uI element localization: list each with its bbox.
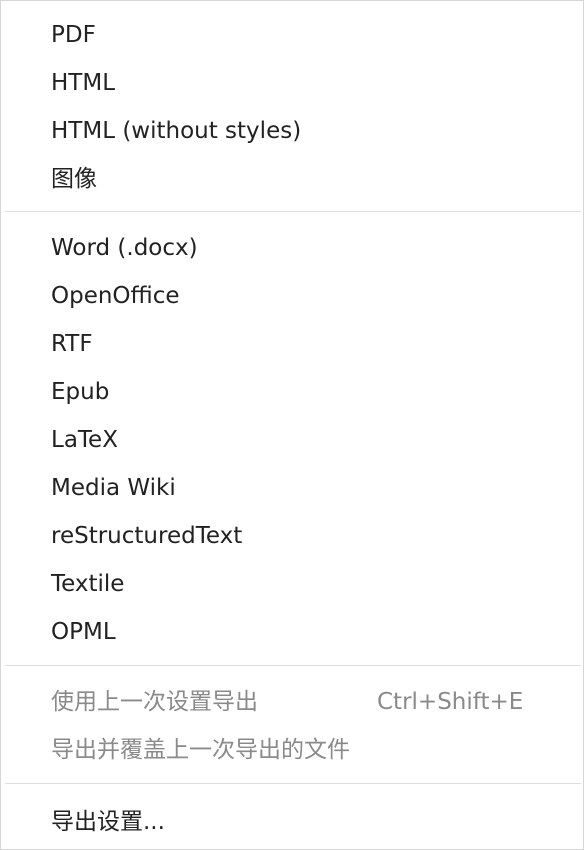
menu-item-export-with-last-settings[interactable]: 使用上一次设置导出 Ctrl+Shift+E [1, 678, 583, 726]
menu-item-pdf[interactable]: PDF [1, 11, 583, 59]
menu-item-shortcut: Ctrl+Shift+E [377, 689, 524, 715]
menu-item-label: OpenOffice [51, 283, 180, 309]
menu-item-label: PDF [51, 22, 96, 48]
menu-item-label: RTF [51, 331, 93, 357]
menu-item-label: Textile [51, 571, 125, 597]
menu-item-label: HTML [51, 70, 116, 96]
menu-item-label: reStructuredText [51, 523, 243, 549]
menu-item-label: OPML [51, 619, 116, 645]
menu-item-rtf[interactable]: RTF [1, 320, 583, 368]
menu-item-latex[interactable]: LaTeX [1, 416, 583, 464]
export-menu: PDF HTML HTML (without styles) 图像 Word (… [0, 0, 584, 850]
menu-item-restructuredtext[interactable]: reStructuredText [1, 512, 583, 560]
menu-item-opml[interactable]: OPML [1, 608, 583, 656]
menu-item-label: Epub [51, 379, 110, 405]
menu-item-html-without-styles[interactable]: HTML (without styles) [1, 107, 583, 155]
menu-separator [5, 783, 581, 784]
menu-item-label: 导出设置... [51, 809, 165, 835]
menu-item-export-settings[interactable]: 导出设置... [1, 798, 583, 846]
menu-item-image[interactable]: 图像 [1, 155, 583, 203]
menu-item-label: LaTeX [51, 427, 118, 453]
menu-item-label: 图像 [51, 166, 97, 192]
menu-item-label: HTML (without styles) [51, 118, 302, 144]
menu-item-html[interactable]: HTML [1, 59, 583, 107]
menu-item-textile[interactable]: Textile [1, 560, 583, 608]
menu-item-export-and-overwrite[interactable]: 导出并覆盖上一次导出的文件 [1, 726, 583, 774]
menu-item-label: 导出并覆盖上一次导出的文件 [51, 737, 350, 763]
menu-item-label: Media Wiki [51, 475, 176, 501]
menu-separator [5, 211, 581, 212]
menu-item-epub[interactable]: Epub [1, 368, 583, 416]
menu-item-word-docx[interactable]: Word (.docx) [1, 224, 583, 272]
menu-item-media-wiki[interactable]: Media Wiki [1, 464, 583, 512]
menu-item-label: 使用上一次设置导出 [51, 689, 258, 715]
menu-separator [5, 665, 581, 666]
menu-item-openoffice[interactable]: OpenOffice [1, 272, 583, 320]
menu-item-label: Word (.docx) [51, 235, 198, 261]
